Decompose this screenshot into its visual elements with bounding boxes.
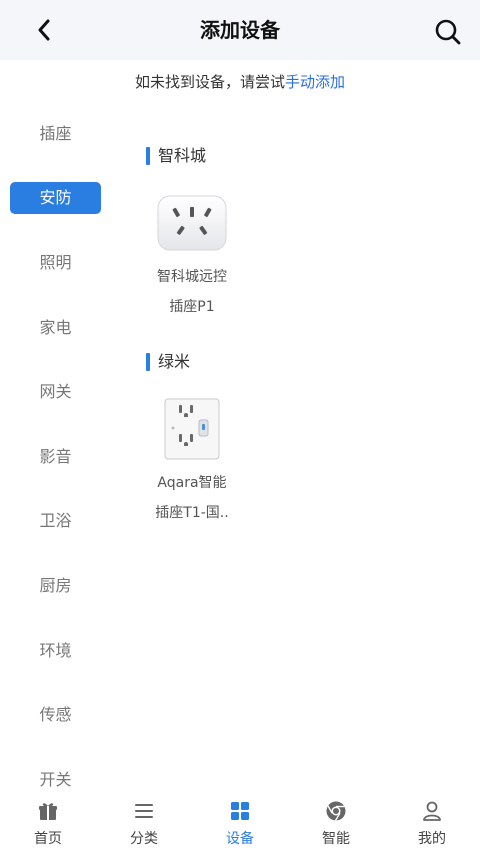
chrome-icon	[326, 801, 346, 821]
manual-add-link[interactable]: 手动添加	[285, 73, 345, 91]
sidebar-item-audio-video[interactable]: 影音	[10, 441, 101, 473]
not-found-notice: 如未找到设备，请尝试手动添加	[0, 62, 480, 102]
sidebar-item-gateway[interactable]: 网关	[10, 376, 101, 408]
tab-device[interactable]: 设备	[192, 792, 288, 853]
socket-plug-icon	[157, 195, 227, 251]
category-sidebar: 插座 安防 照明 家电 网关 影音 卫浴 厨房 环境 传感 开关	[0, 102, 112, 792]
sidebar-item-lighting[interactable]: 照明	[10, 247, 101, 279]
tab-category[interactable]: 分类	[96, 792, 192, 853]
sidebar-item-kitchen[interactable]: 厨房	[10, 570, 101, 602]
gift-icon	[39, 803, 57, 820]
tab-label: 我的	[418, 831, 446, 847]
back-button[interactable]	[24, 10, 64, 50]
notice-text: 如未找到设备，请尝试	[134, 73, 285, 91]
sidebar-item-sensor[interactable]: 传感	[10, 699, 101, 731]
tab-label: 智能	[322, 831, 350, 847]
sidebar-item-socket[interactable]: 插座	[10, 118, 101, 150]
wall-socket-icon	[164, 398, 220, 460]
device-name-line1: Aqara智能	[157, 475, 227, 491]
tab-home[interactable]: 首页	[0, 792, 96, 853]
tab-mine[interactable]: 我的	[384, 792, 480, 853]
device-card[interactable]: Aqara智能 插座T1-国..	[137, 398, 247, 528]
sidebar-item-switch[interactable]: 开关	[10, 764, 101, 792]
chevron-left-icon	[38, 19, 50, 41]
device-card[interactable]: 智科城远控 插座P1	[137, 192, 247, 322]
user-icon	[423, 801, 441, 821]
tab-smart[interactable]: 智能	[288, 792, 384, 853]
sidebar-item-environment[interactable]: 环境	[10, 635, 101, 667]
device-name-line2: 插座T1-国..	[155, 505, 229, 521]
device-list: 智科城 智科城远控 插座P1 绿米 Aqara智能 插座T1-国..	[112, 102, 480, 792]
group-title: 智科城	[146, 146, 206, 166]
header-bar: 添加设备	[0, 0, 480, 60]
device-name-line1: 智科城远控	[157, 269, 227, 285]
sidebar-item-bathroom[interactable]: 卫浴	[10, 505, 101, 537]
tab-label: 分类	[130, 831, 158, 847]
bottom-tab-bar: 首页 分类 设备 智能 我的	[0, 792, 480, 853]
search-button[interactable]	[428, 12, 468, 52]
device-name-line2: 插座P1	[169, 299, 215, 315]
page-title: 添加设备	[200, 18, 280, 42]
tab-label: 首页	[34, 831, 62, 847]
group-title: 绿米	[146, 352, 190, 372]
sidebar-item-appliance[interactable]: 家电	[10, 312, 101, 344]
grid-icon	[231, 802, 249, 820]
menu-icon	[135, 804, 153, 818]
search-icon	[435, 19, 461, 45]
sidebar-item-security[interactable]: 安防	[10, 182, 101, 214]
tab-label: 设备	[226, 831, 254, 847]
